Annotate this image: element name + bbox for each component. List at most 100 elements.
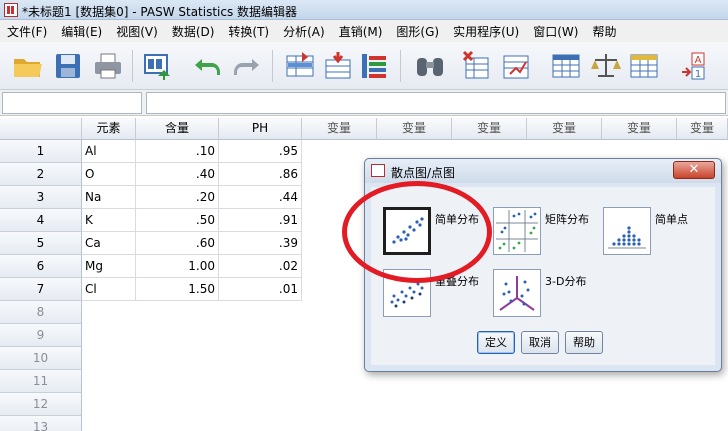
app-icon — [4, 3, 18, 17]
simple-dot-icon — [608, 226, 646, 249]
goto-variable-icon[interactable] — [322, 50, 354, 82]
cell-reference-field[interactable] — [2, 92, 142, 114]
cell-element[interactable]: Mg — [82, 255, 136, 278]
find-icon[interactable] — [414, 50, 446, 82]
column-header-ph[interactable]: PH — [219, 118, 302, 140]
matrix-scatter-option[interactable] — [493, 207, 541, 255]
menu-transform[interactable]: 转换(T) — [221, 23, 276, 40]
row-header[interactable]: 2 — [0, 163, 82, 186]
cell-value-field[interactable] — [146, 92, 726, 114]
row-header[interactable]: 1 — [0, 140, 82, 163]
save-icon[interactable] — [52, 50, 84, 82]
menu-edit[interactable]: 编辑(E) — [54, 23, 109, 40]
cell-content[interactable]: 1.50 — [136, 278, 219, 301]
svg-text:A: A — [695, 55, 702, 66]
select-cases-icon[interactable] — [628, 50, 660, 82]
simple-dot-label[interactable]: 简单点 — [655, 211, 688, 227]
column-header-var[interactable]: 变量 — [677, 118, 728, 140]
cell-ph[interactable]: .91 — [219, 209, 302, 232]
menu-analyze[interactable]: 分析(A) — [276, 23, 332, 40]
cell-element[interactable]: Al — [82, 140, 136, 163]
cell-ph[interactable]: .02 — [219, 255, 302, 278]
column-header-element[interactable]: 元素 — [82, 118, 136, 140]
column-header-var[interactable]: 变量 — [452, 118, 527, 140]
menu-direct-marketing[interactable]: 直销(M) — [332, 23, 390, 40]
menu-window[interactable]: 窗口(W) — [526, 23, 585, 40]
menu-utilities[interactable]: 实用程序(U) — [446, 23, 526, 40]
goto-case-icon[interactable] — [284, 50, 316, 82]
cell-ph[interactable]: .39 — [219, 232, 302, 255]
row-header[interactable]: 5 — [0, 232, 82, 255]
cell-content[interactable]: 1.00 — [136, 255, 219, 278]
simple-scatter-label[interactable]: 简单分布 — [435, 211, 479, 227]
matrix-scatter-icon — [496, 210, 538, 252]
row-header[interactable]: 7 — [0, 278, 82, 301]
3d-scatter-icon — [499, 276, 535, 311]
title-bar: *未标题1 [数据集0] - PASW Statistics 数据编辑器 — [0, 0, 728, 20]
column-header-content[interactable]: 含量 — [136, 118, 219, 140]
cell-content[interactable]: .60 — [136, 232, 219, 255]
row-header[interactable]: 12 — [0, 393, 82, 416]
cell-ph[interactable]: .01 — [219, 278, 302, 301]
simple-scatter-option[interactable] — [383, 207, 431, 255]
simple-dot-option[interactable] — [603, 207, 651, 255]
scatter-dot-dialog: 散点图/点图 ✕ 简单分布 矩阵分布 简单点 重叠分布 3-D分布 定义 取消 … — [364, 158, 722, 372]
cell-editor-bar — [0, 90, 728, 116]
weight-cases-icon[interactable] — [590, 50, 622, 82]
cell-ph[interactable]: .44 — [219, 186, 302, 209]
cell-element[interactable]: Ca — [82, 232, 136, 255]
column-header-var[interactable]: 变量 — [602, 118, 677, 140]
cell-content[interactable]: .20 — [136, 186, 219, 209]
cell-content[interactable]: .10 — [136, 140, 219, 163]
menu-file[interactable]: 文件(F) — [0, 23, 54, 40]
column-header-var[interactable]: 变量 — [527, 118, 602, 140]
row-header[interactable]: 10 — [0, 347, 82, 370]
undo-icon[interactable] — [192, 50, 224, 82]
window-title: *未标题1 [数据集0] - PASW Statistics 数据编辑器 — [22, 5, 298, 19]
dialog-recall-icon[interactable] — [142, 50, 174, 82]
row-header[interactable]: 4 — [0, 209, 82, 232]
matrix-scatter-label[interactable]: 矩阵分布 — [545, 211, 589, 227]
define-button[interactable]: 定义 — [477, 331, 515, 354]
row-header[interactable]: 8 — [0, 301, 82, 324]
close-button[interactable]: ✕ — [673, 161, 715, 179]
cancel-button[interactable]: 取消 — [521, 331, 559, 354]
help-button[interactable]: 帮助 — [565, 331, 603, 354]
cell-ph[interactable]: .95 — [219, 140, 302, 163]
insert-variable-icon[interactable] — [500, 50, 532, 82]
dialog-icon — [371, 164, 385, 177]
cell-content[interactable]: .40 — [136, 163, 219, 186]
overlay-scatter-icon — [390, 282, 424, 308]
row-header[interactable]: 6 — [0, 255, 82, 278]
split-file-icon[interactable] — [550, 50, 582, 82]
cell-element[interactable]: Na — [82, 186, 136, 209]
row-header[interactable]: 9 — [0, 324, 82, 347]
3d-scatter-option[interactable] — [493, 269, 541, 317]
cell-content[interactable]: .50 — [136, 209, 219, 232]
open-folder-icon[interactable] — [12, 50, 44, 82]
grid-corner — [0, 118, 82, 140]
dialog-title-bar[interactable]: 散点图/点图 ✕ — [365, 159, 721, 183]
variables-icon[interactable] — [358, 50, 390, 82]
cell-element[interactable]: K — [82, 209, 136, 232]
menu-data[interactable]: 数据(D) — [165, 23, 222, 40]
row-header[interactable]: 13 — [0, 416, 82, 431]
redo-icon[interactable] — [230, 50, 262, 82]
cell-element[interactable]: Cl — [82, 278, 136, 301]
insert-cases-icon[interactable] — [460, 50, 492, 82]
menu-view[interactable]: 视图(V) — [109, 23, 165, 40]
column-header-var[interactable]: 变量 — [377, 118, 452, 140]
menu-help[interactable]: 帮助 — [585, 23, 623, 40]
overlay-scatter-option[interactable] — [383, 269, 431, 317]
cell-element[interactable]: O — [82, 163, 136, 186]
row-header[interactable]: 3 — [0, 186, 82, 209]
print-icon[interactable] — [92, 50, 124, 82]
overlay-scatter-label[interactable]: 重叠分布 — [435, 273, 479, 289]
row-header[interactable]: 11 — [0, 370, 82, 393]
menu-graphs[interactable]: 图形(G) — [389, 23, 446, 40]
menu-bar: 文件(F) 编辑(E) 视图(V) 数据(D) 转换(T) 分析(A) 直销(M… — [0, 20, 728, 42]
value-labels-icon[interactable]: A1 — [680, 50, 712, 82]
cell-ph[interactable]: .86 — [219, 163, 302, 186]
3d-scatter-label[interactable]: 3-D分布 — [545, 273, 586, 289]
column-header-var[interactable]: 变量 — [302, 118, 377, 140]
